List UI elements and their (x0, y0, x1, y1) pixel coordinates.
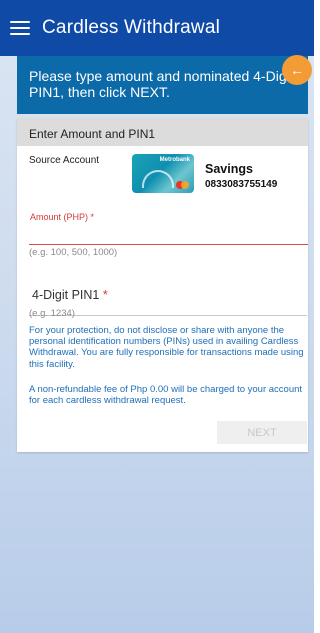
pin-label: 4-Digit PIN1 * (32, 288, 108, 302)
protection-notice: For your protection, do not disclose or … (29, 325, 304, 370)
account-number: 0833083755149 (205, 179, 278, 190)
pin-label-text: 4-Digit PIN1 (32, 288, 100, 302)
account-type: Savings (205, 162, 253, 176)
account-card-image[interactable]: Metrobank (132, 154, 194, 193)
next-button[interactable]: NEXT (217, 421, 307, 444)
source-account-label: Source Account (29, 155, 100, 166)
back-button[interactable]: ← (282, 55, 312, 85)
amount-input[interactable] (29, 228, 308, 245)
required-marker: * (102, 288, 108, 302)
withdrawal-form-card: Enter Amount and PIN1 Source Account Met… (17, 118, 308, 452)
app-bar: Cardless Withdrawal (0, 0, 314, 56)
fee-notice: A non-refundable fee of Php 0.00 will be… (29, 384, 303, 407)
pin-hint: (e.g. 1234) (29, 308, 75, 319)
card-artwork (142, 170, 174, 188)
instruction-banner: Please type amount and nominated 4-Digit… (17, 56, 308, 114)
amount-hint: (e.g. 100, 500, 1000) (29, 247, 118, 258)
card-brand-logo: Metrobank (159, 157, 190, 163)
mastercard-logo-orange (181, 181, 189, 189)
page-title: Cardless Withdrawal (42, 17, 221, 38)
hamburger-menu-icon[interactable] (10, 21, 30, 35)
instruction-text: Please type amount and nominated 4-Digit… (29, 68, 294, 100)
card-header: Enter Amount and PIN1 (17, 118, 308, 146)
arrow-left-icon: ← (290, 62, 304, 78)
amount-label: Amount (PHP) * (30, 212, 95, 222)
